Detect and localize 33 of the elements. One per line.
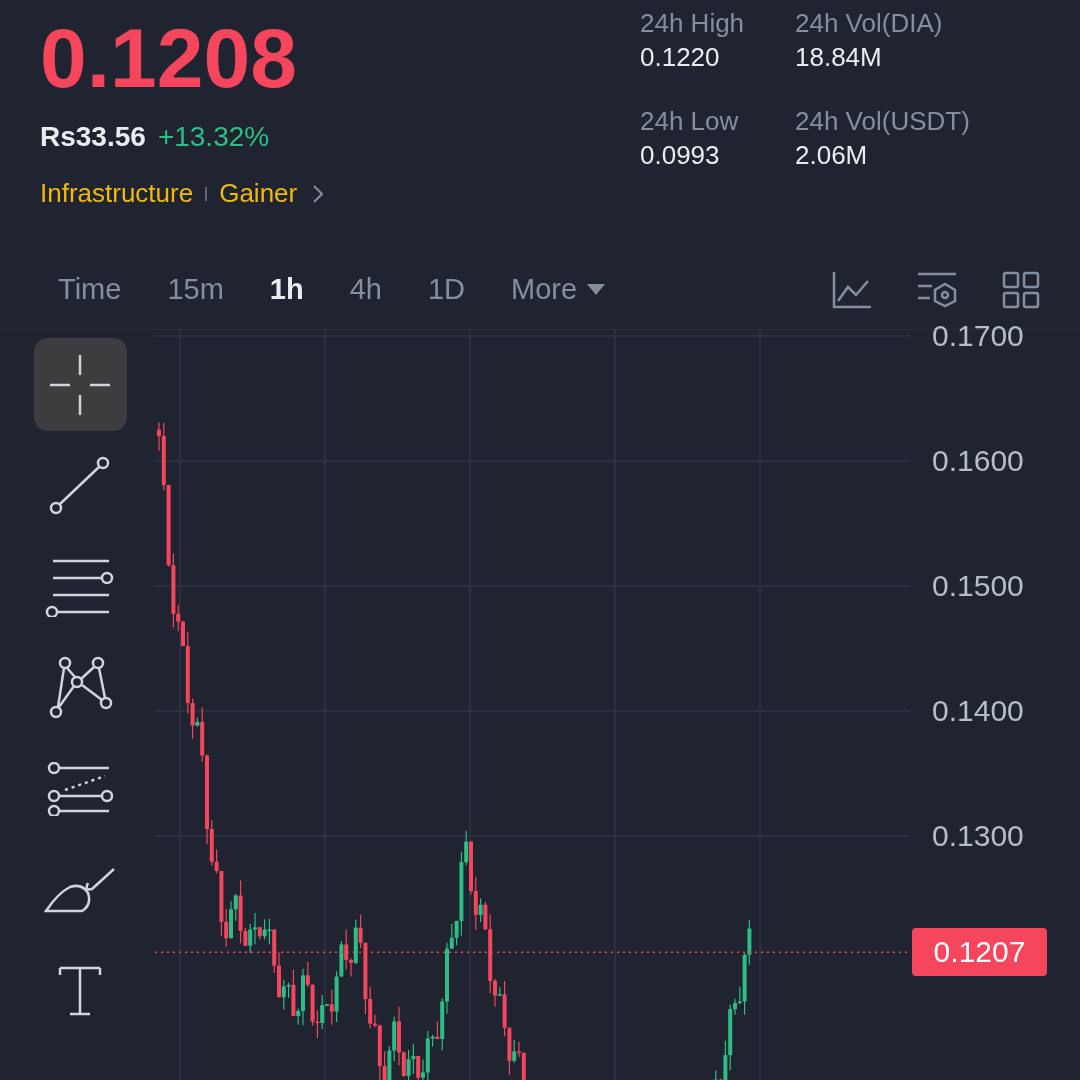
grid-icon[interactable] — [1002, 270, 1040, 309]
interval-tab[interactable]: 1D — [409, 261, 483, 318]
interval-tab[interactable]: 1h — [251, 261, 322, 318]
category-tag[interactable]: Infrastructure — [40, 174, 194, 213]
pattern-nodes-icon — [47, 654, 113, 721]
price-axis-label: 0.1500 — [932, 568, 1024, 604]
stat-value: 0.1220 — [640, 41, 721, 74]
price-change: +13.32% — [157, 120, 270, 154]
price-axis-label: 0.1600 — [932, 443, 1024, 479]
last-price: 0.1208 — [40, 10, 298, 106]
interval-tab[interactable]: Time — [40, 261, 140, 318]
fiat-price: Rs33.56 — [40, 120, 146, 154]
indicator-settings-icon[interactable] — [916, 271, 958, 308]
stat-label: 24h Vol(DIA) — [795, 7, 944, 40]
stat-label: 24h Vol(USDT) — [795, 105, 971, 138]
caret-down-icon — [587, 284, 606, 295]
line-chart-icon[interactable] — [832, 270, 872, 309]
stat-label: 24h High — [640, 7, 746, 40]
chevron-right-icon[interactable] — [313, 184, 324, 203]
more-dropdown[interactable]: More — [493, 261, 624, 318]
price-axis-label: 0.1700 — [932, 318, 1024, 354]
price-axis-label: 0.1300 — [932, 818, 1024, 854]
stat-value: 0.0993 — [640, 139, 721, 172]
stat-value: 2.06M — [795, 139, 869, 172]
text-tool-icon — [57, 964, 103, 1017]
price-axis-label: 0.1400 — [932, 693, 1024, 729]
interval-tab[interactable]: 15m — [149, 261, 242, 318]
fib-levels-icon — [47, 761, 113, 816]
category-tag[interactable]: Gainer — [219, 174, 298, 213]
stat-value: 18.84M — [795, 41, 883, 74]
stat-label: 24h Low — [640, 105, 740, 138]
current-price-tag: 0.1207 — [912, 928, 1047, 977]
interval-tab[interactable]: 4h — [331, 261, 400, 318]
